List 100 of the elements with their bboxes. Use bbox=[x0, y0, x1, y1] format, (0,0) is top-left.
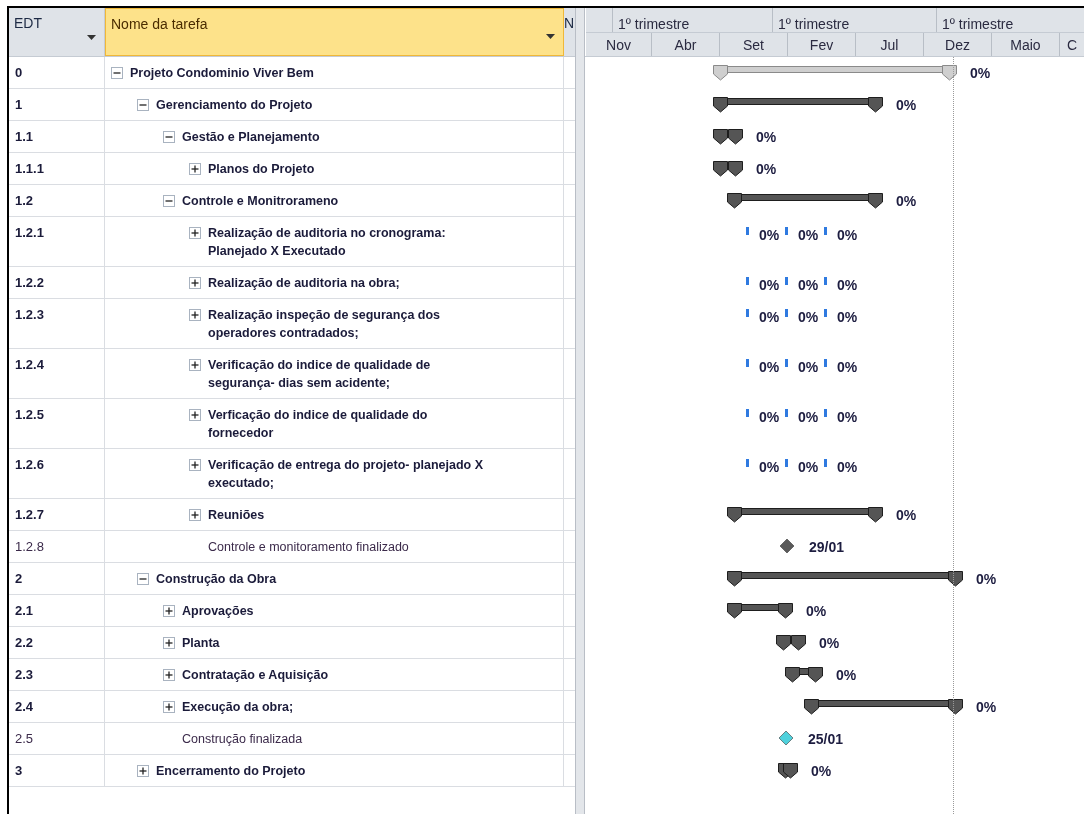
tree-toggle[interactable] bbox=[111, 67, 123, 79]
timescale-label: 1º trimestre bbox=[778, 16, 850, 32]
task-name: Reuniões bbox=[208, 507, 265, 524]
percent-label: 0% bbox=[819, 636, 840, 650]
tree-toggle[interactable] bbox=[189, 459, 201, 471]
plus-icon bbox=[191, 311, 199, 319]
tree-toggle[interactable] bbox=[163, 637, 175, 649]
summary-bar bbox=[785, 667, 823, 683]
task-bar bbox=[785, 409, 788, 417]
task-name: Planos do Projeto bbox=[208, 161, 315, 178]
task-name: Realização de auditoria no cronograma: Planejado X Executado bbox=[208, 225, 447, 260]
task-bar bbox=[746, 277, 749, 285]
percent-label: 0% bbox=[976, 572, 997, 586]
task-name: Verificação do indice de qualidade de segurança- dias sem acidente; bbox=[208, 357, 432, 392]
percent-label: 0% bbox=[798, 278, 819, 292]
dropdown-arrow-icon[interactable] bbox=[87, 35, 96, 40]
timescale-label: 1º trimestre bbox=[618, 16, 690, 32]
percent-label: 0% bbox=[837, 278, 858, 292]
percent-label: 0% bbox=[837, 410, 858, 424]
wbs-code: 1.2.1 bbox=[15, 225, 44, 240]
column-header[interactable]: EDT bbox=[9, 8, 105, 56]
percent-label: 0% bbox=[759, 278, 780, 292]
tree-toggle[interactable] bbox=[137, 573, 149, 585]
column-title: Nome da tarefa bbox=[111, 15, 208, 34]
column-title: N bbox=[564, 14, 575, 33]
tree-toggle[interactable] bbox=[163, 131, 175, 143]
tree-toggle[interactable] bbox=[189, 359, 201, 371]
plus-icon bbox=[139, 767, 147, 775]
summary-bar bbox=[727, 603, 793, 619]
percent-label: 0% bbox=[798, 460, 819, 474]
wbs-code: 1.2 bbox=[15, 193, 34, 208]
timescale-label: Maio bbox=[1010, 36, 1041, 55]
column-header[interactable]: N bbox=[564, 8, 576, 56]
percent-label: 0% bbox=[759, 228, 780, 242]
tree-toggle[interactable] bbox=[163, 669, 175, 681]
percent-label: 0% bbox=[896, 194, 917, 208]
tree-toggle[interactable] bbox=[189, 509, 201, 521]
tree-toggle[interactable] bbox=[137, 99, 149, 111]
plus-icon bbox=[191, 411, 199, 419]
percent-label: 0% bbox=[896, 508, 917, 522]
percent-label: 0% bbox=[837, 228, 858, 242]
wbs-code: 1.2.6 bbox=[15, 457, 44, 472]
minus-icon bbox=[165, 133, 173, 141]
tree-toggle[interactable] bbox=[163, 195, 175, 207]
tree-toggle[interactable] bbox=[163, 605, 175, 617]
task-name: Construção da Obra bbox=[156, 571, 277, 588]
plus-icon bbox=[165, 639, 173, 647]
percent-label: 0% bbox=[759, 360, 780, 374]
task-name: Aprovações bbox=[182, 603, 254, 620]
tree-toggle[interactable] bbox=[163, 701, 175, 713]
plus-icon bbox=[191, 279, 199, 287]
task-bar bbox=[746, 309, 749, 317]
percent-label: 0% bbox=[896, 98, 917, 112]
percent-label: 0% bbox=[798, 310, 819, 324]
timescale-label: C bbox=[1066, 36, 1078, 55]
task-bar bbox=[824, 359, 827, 367]
tree-toggle[interactable] bbox=[189, 227, 201, 239]
wbs-code: 1.2.7 bbox=[15, 507, 44, 522]
wbs-code: 2.1 bbox=[15, 603, 34, 618]
timescale-label: Dez bbox=[945, 36, 970, 55]
task-bar bbox=[746, 459, 749, 467]
task-bar bbox=[824, 227, 827, 235]
wbs-code: 1 bbox=[15, 97, 23, 112]
tree-toggle[interactable] bbox=[189, 409, 201, 421]
minus-icon bbox=[139, 101, 147, 109]
task-name: Execução da obra; bbox=[182, 699, 294, 716]
wbs-code: 2.5 bbox=[15, 731, 34, 746]
task-name: Verficação do indice de qualidade do fornecedor bbox=[208, 407, 429, 442]
tree-toggle[interactable] bbox=[189, 309, 201, 321]
task-bar bbox=[824, 409, 827, 417]
column-header[interactable]: Nome da tarefa bbox=[105, 8, 564, 56]
tree-toggle[interactable] bbox=[137, 765, 149, 777]
dropdown-arrow-icon[interactable] bbox=[546, 34, 555, 39]
timescale-label: 1º trimestre bbox=[942, 16, 1014, 32]
wbs-code: 1.1.1 bbox=[15, 161, 44, 176]
percent-label: 0% bbox=[811, 764, 832, 778]
percent-label: 0% bbox=[756, 162, 777, 176]
summary-bar bbox=[713, 161, 743, 177]
wbs-code: 2.2 bbox=[15, 635, 34, 650]
timescale-label: Nov bbox=[606, 36, 631, 55]
task-name: Controle e monitoramento finalizado bbox=[208, 539, 409, 556]
percent-label: 0% bbox=[759, 410, 780, 424]
plus-icon bbox=[191, 461, 199, 469]
percent-label: 0% bbox=[756, 130, 777, 144]
wbs-code: 2.3 bbox=[15, 667, 34, 682]
task-bar bbox=[785, 459, 788, 467]
tree-toggle[interactable] bbox=[189, 163, 201, 175]
task-name: Construção finalizada bbox=[182, 731, 303, 748]
column-title: EDT bbox=[14, 14, 42, 33]
plus-icon bbox=[191, 165, 199, 173]
percent-label: 0% bbox=[836, 668, 857, 682]
percent-label: 0% bbox=[798, 228, 819, 242]
timescale-label: Jul bbox=[880, 36, 899, 55]
tree-toggle[interactable] bbox=[189, 277, 201, 289]
percent-label: 0% bbox=[759, 310, 780, 324]
percent-label: 0% bbox=[837, 310, 858, 324]
task-name: Projeto Condominio Viver Bem bbox=[130, 65, 314, 82]
task-name: Gestão e Planejamento bbox=[182, 129, 320, 146]
percent-label: 0% bbox=[806, 604, 827, 618]
timescale-label: Set bbox=[743, 36, 764, 55]
